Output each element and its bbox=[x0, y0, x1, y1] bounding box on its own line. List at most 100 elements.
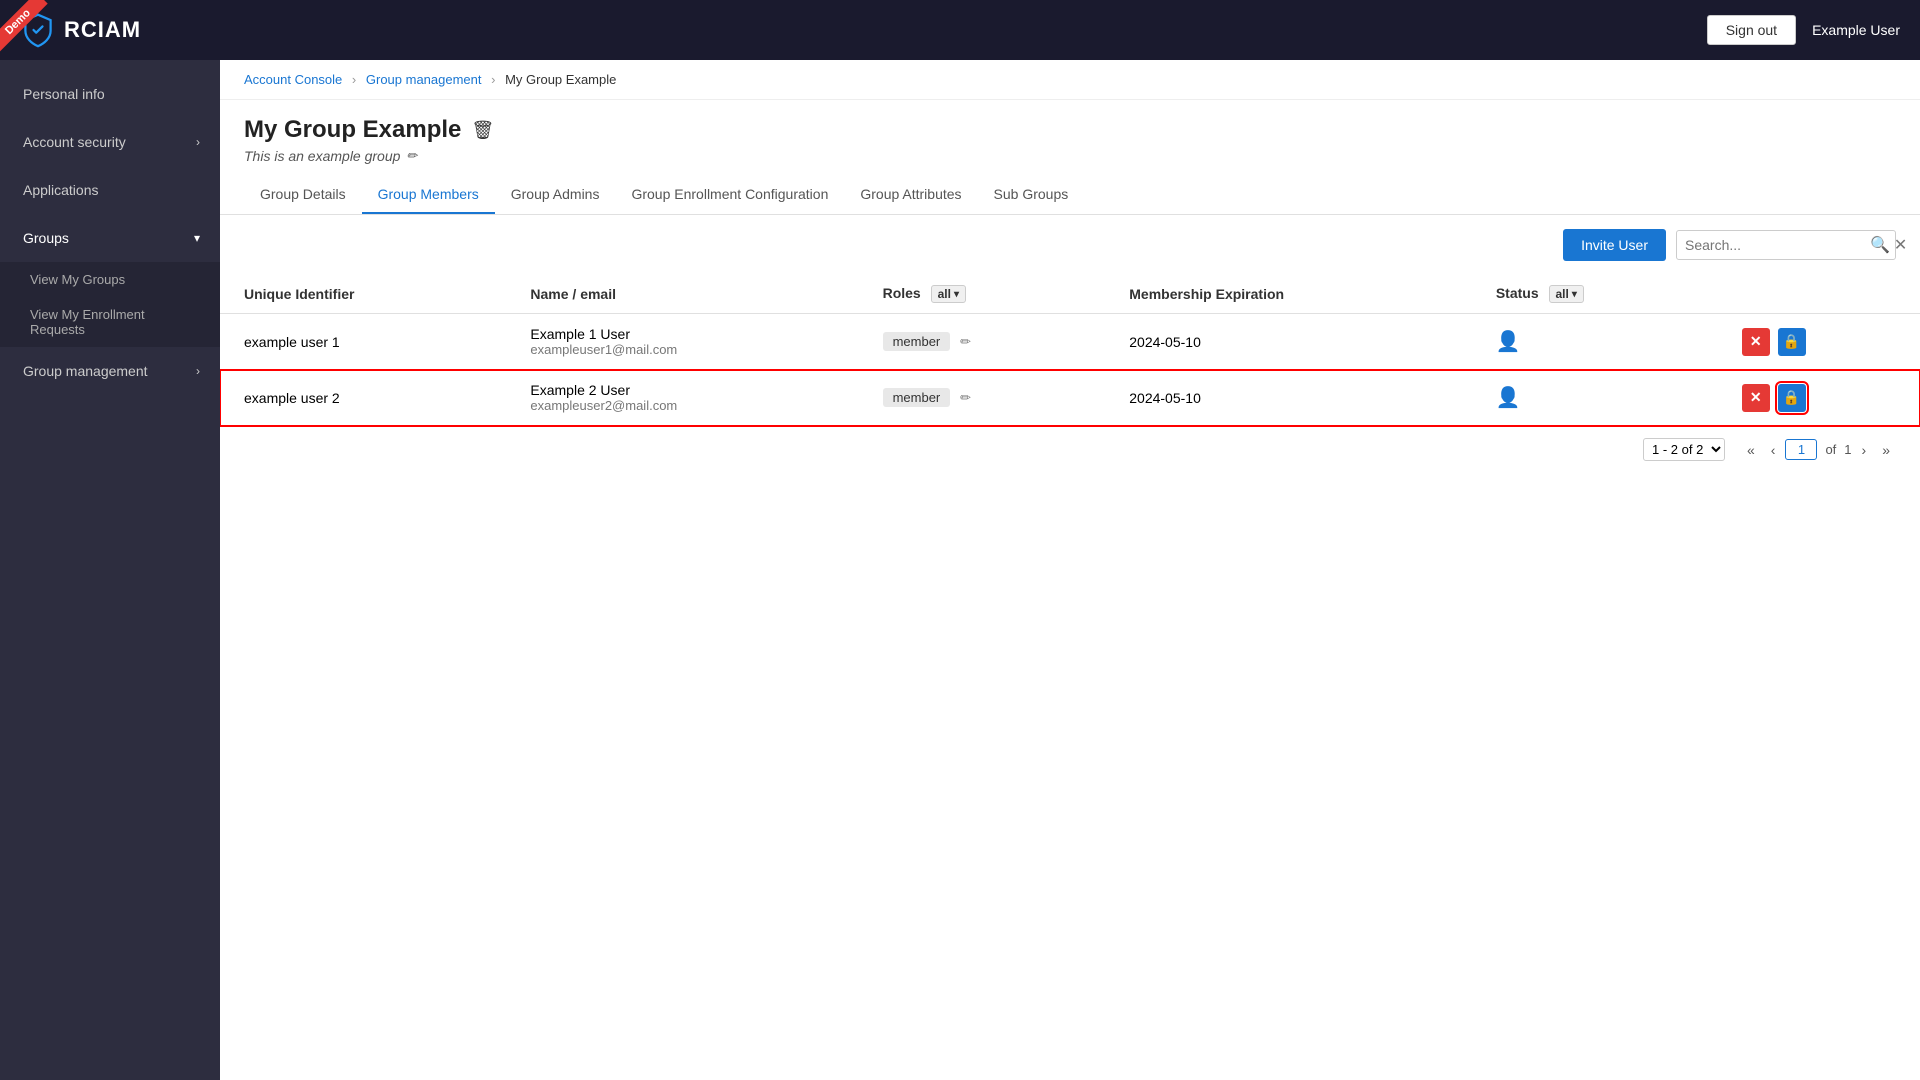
main-layout: Personal info Account security › Applica… bbox=[0, 60, 1920, 1080]
cell-membership-expiration: 2024-05-10 bbox=[1105, 370, 1472, 426]
pagination-last-button[interactable]: » bbox=[1876, 440, 1896, 460]
edit-role-icon[interactable]: ✏ bbox=[960, 390, 971, 405]
sidebar-item-label: Groups bbox=[23, 230, 69, 246]
pagination-total-pages: 1 bbox=[1844, 442, 1851, 457]
table-row: example user 1 Example 1 User exampleuse… bbox=[220, 314, 1920, 370]
sidebar-item-groups[interactable]: Groups ▾ bbox=[0, 214, 220, 262]
pagination-prev-button[interactable]: ‹ bbox=[1765, 440, 1782, 460]
table-toolbar: Invite User 🔍 ✕ bbox=[220, 215, 1920, 275]
demo-ribbon: Demo bbox=[0, 0, 60, 60]
user-name: Example User bbox=[1812, 22, 1900, 38]
role-badge: member bbox=[883, 332, 951, 351]
cell-name-email: Example 1 User exampleuser1@mail.com bbox=[506, 314, 858, 370]
edit-subtitle-icon[interactable]: ✏ bbox=[406, 148, 417, 164]
logo-text: RCIAM bbox=[64, 17, 141, 43]
sidebar-item-personal-info[interactable]: Personal info bbox=[0, 70, 220, 118]
pagination-next-button[interactable]: › bbox=[1856, 440, 1873, 460]
status-active-icon: 👤 bbox=[1496, 387, 1521, 409]
tab-group-details[interactable]: Group Details bbox=[244, 176, 362, 214]
pagination-first-button[interactable]: « bbox=[1741, 440, 1761, 460]
breadcrumb-group-management[interactable]: Group management bbox=[366, 72, 482, 87]
pagination-range: 1 - 2 of 2 bbox=[1643, 438, 1725, 461]
tab-group-admins[interactable]: Group Admins bbox=[495, 176, 616, 214]
breadcrumb-separator: › bbox=[352, 72, 356, 87]
cell-actions: ✕ 🔒 bbox=[1718, 314, 1920, 370]
cell-unique-identifier: example user 1 bbox=[220, 314, 506, 370]
tab-group-attributes[interactable]: Group Attributes bbox=[844, 176, 977, 214]
search-icon[interactable]: 🔍 bbox=[1870, 235, 1890, 255]
page-subtitle-row: This is an example group ✏ bbox=[244, 148, 1896, 164]
cell-membership-expiration: 2024-05-10 bbox=[1105, 314, 1472, 370]
sidebar-item-label: Applications bbox=[23, 182, 99, 198]
chevron-right-icon: › bbox=[196, 135, 200, 149]
tab-group-enrollment-configuration[interactable]: Group Enrollment Configuration bbox=[615, 176, 844, 214]
remove-member-button[interactable]: ✕ bbox=[1742, 384, 1770, 412]
cell-status: 👤 bbox=[1472, 370, 1718, 426]
page-subtitle-text: This is an example group bbox=[244, 148, 400, 164]
search-box: 🔍 ✕ bbox=[1676, 230, 1896, 260]
search-input[interactable] bbox=[1685, 237, 1866, 253]
sidebar-item-applications[interactable]: Applications bbox=[0, 166, 220, 214]
cell-status: 👤 bbox=[1472, 314, 1718, 370]
sidebar-groups-submenu: View My Groups View My Enrollment Reques… bbox=[0, 262, 220, 347]
trash-icon[interactable]: 🗑 bbox=[471, 120, 494, 141]
status-filter-badge[interactable]: all ▾ bbox=[1549, 285, 1584, 303]
roles-filter-value: all bbox=[938, 287, 951, 301]
cell-roles: member ✏ bbox=[859, 314, 1106, 370]
table-row: example user 2 Example 2 User exampleuse… bbox=[220, 370, 1920, 426]
sidebar-sub-item-label: View My Groups bbox=[30, 272, 125, 287]
status-active-icon: 👤 bbox=[1496, 331, 1521, 353]
sign-out-button[interactable]: Sign out bbox=[1707, 15, 1796, 45]
tab-sub-groups[interactable]: Sub Groups bbox=[978, 176, 1085, 214]
sidebar: Personal info Account security › Applica… bbox=[0, 60, 220, 1080]
sidebar-item-view-my-groups[interactable]: View My Groups bbox=[0, 262, 220, 297]
pagination: 1 - 2 of 2 « ‹ of 1 › » bbox=[220, 426, 1920, 473]
tabs-bar: Group Details Group Members Group Admins… bbox=[220, 176, 1920, 215]
status-filter-value: all bbox=[1556, 287, 1569, 301]
members-table: Unique Identifier Name / email Roles all… bbox=[220, 275, 1920, 426]
member-name: Example 1 User bbox=[530, 326, 834, 342]
sidebar-item-label: Personal info bbox=[23, 86, 105, 102]
sidebar-item-view-my-enrollment-requests[interactable]: View My Enrollment Requests bbox=[0, 297, 220, 347]
invite-user-button[interactable]: Invite User bbox=[1563, 229, 1666, 261]
breadcrumb-account-console[interactable]: Account Console bbox=[244, 72, 342, 87]
sidebar-sub-item-label: View My Enrollment Requests bbox=[30, 307, 145, 337]
nav-right: Sign out Example User bbox=[1707, 15, 1900, 45]
tab-group-members[interactable]: Group Members bbox=[362, 176, 495, 214]
sidebar-item-account-security[interactable]: Account security › bbox=[0, 118, 220, 166]
clear-search-icon[interactable]: ✕ bbox=[1894, 235, 1907, 255]
page-header: My Group Example 🗑 This is an example gr… bbox=[220, 100, 1920, 164]
role-badge: member bbox=[883, 388, 951, 407]
col-status: Status all ▾ bbox=[1472, 275, 1718, 314]
col-actions bbox=[1718, 275, 1920, 314]
breadcrumb-current-page: My Group Example bbox=[505, 72, 616, 87]
content-area: Account Console › Group management › My … bbox=[220, 60, 1920, 1080]
pagination-page-input[interactable] bbox=[1785, 439, 1817, 460]
sidebar-item-label: Account security bbox=[23, 134, 126, 150]
breadcrumb-separator: › bbox=[491, 72, 495, 87]
roles-filter-badge[interactable]: all ▾ bbox=[931, 285, 966, 303]
page-title: My Group Example bbox=[244, 116, 461, 144]
table-header-row: Unique Identifier Name / email Roles all… bbox=[220, 275, 1920, 314]
col-membership-expiration: Membership Expiration bbox=[1105, 275, 1472, 314]
sidebar-item-label: Group management bbox=[23, 363, 148, 379]
cell-name-email: Example 2 User exampleuser2@mail.com bbox=[506, 370, 858, 426]
roles-filter-arrow-icon: ▾ bbox=[954, 289, 959, 300]
lock-member-button[interactable]: 🔒 bbox=[1778, 384, 1806, 412]
cell-roles: member ✏ bbox=[859, 370, 1106, 426]
col-name-email: Name / email bbox=[506, 275, 858, 314]
edit-role-icon[interactable]: ✏ bbox=[960, 334, 971, 349]
chevron-down-icon: ▾ bbox=[194, 231, 200, 245]
top-navigation: Demo RCIAM Sign out Example User bbox=[0, 0, 1920, 60]
page-size-select[interactable]: 1 - 2 of 2 bbox=[1643, 438, 1725, 461]
col-unique-identifier: Unique Identifier bbox=[220, 275, 506, 314]
col-roles: Roles all ▾ bbox=[859, 275, 1106, 314]
lock-member-button[interactable]: 🔒 bbox=[1778, 328, 1806, 356]
pagination-of-text: of bbox=[1825, 442, 1836, 457]
remove-member-button[interactable]: ✕ bbox=[1742, 328, 1770, 356]
sidebar-item-group-management[interactable]: Group management › bbox=[0, 347, 220, 395]
member-email: exampleuser2@mail.com bbox=[530, 398, 834, 413]
status-filter-arrow-icon: ▾ bbox=[1572, 289, 1577, 300]
page-title-row: My Group Example 🗑 bbox=[244, 116, 1896, 144]
breadcrumb: Account Console › Group management › My … bbox=[220, 60, 1920, 100]
